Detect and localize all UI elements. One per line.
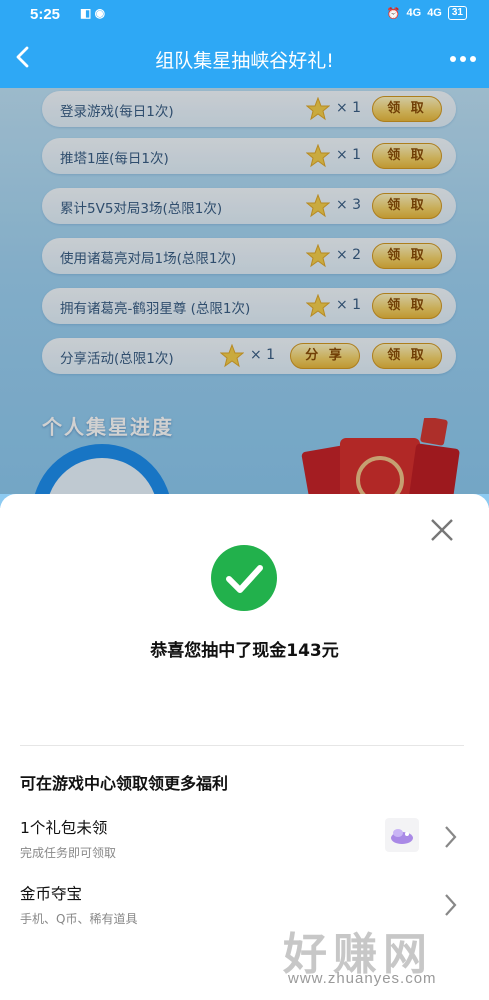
success-check-icon: [211, 545, 277, 611]
chevron-right-icon[interactable]: [440, 824, 460, 850]
congrats-message: 恭喜您抽中了现金143元: [150, 641, 339, 661]
notification-icons: ◧ ◉: [80, 6, 106, 20]
item-subtitle: 完成任务即可领取: [20, 846, 117, 860]
chevron-right-icon[interactable]: [440, 892, 460, 918]
item-subtitle: 手机、Q币、稀有道具: [20, 912, 138, 926]
page-title: 组队集星抽峡谷好礼!: [155, 50, 334, 72]
status-time: 5:25: [30, 6, 61, 23]
status-bar: 5:25 ◧ ◉ ⏰ 4G 4G 31: [0, 0, 489, 30]
header: 组队集星抽峡谷好礼!: [0, 30, 489, 88]
item-title: 1个礼包未领: [20, 819, 108, 837]
item-title: 金币夺宝: [20, 885, 83, 903]
close-icon[interactable]: [428, 516, 456, 544]
battery-indicator: 31: [447, 6, 467, 20]
gift-thumbnail-icon: [385, 818, 419, 852]
signal-left: 4G: [406, 7, 422, 19]
alarm-icon: ⏰: [386, 7, 401, 20]
section-title: 可在游戏中心领取领更多福利: [20, 774, 229, 793]
divider: [20, 745, 464, 746]
watermark: 好赚网 www.zhuanyes.com: [270, 918, 480, 998]
watermark-url: www.zhuanyes.com: [288, 970, 437, 987]
signal-right: 4G: [427, 7, 442, 19]
dim-overlay: [0, 88, 489, 494]
more-options-icon[interactable]: [445, 44, 481, 74]
status-right: ⏰ 4G 4G 31: [387, 6, 467, 20]
